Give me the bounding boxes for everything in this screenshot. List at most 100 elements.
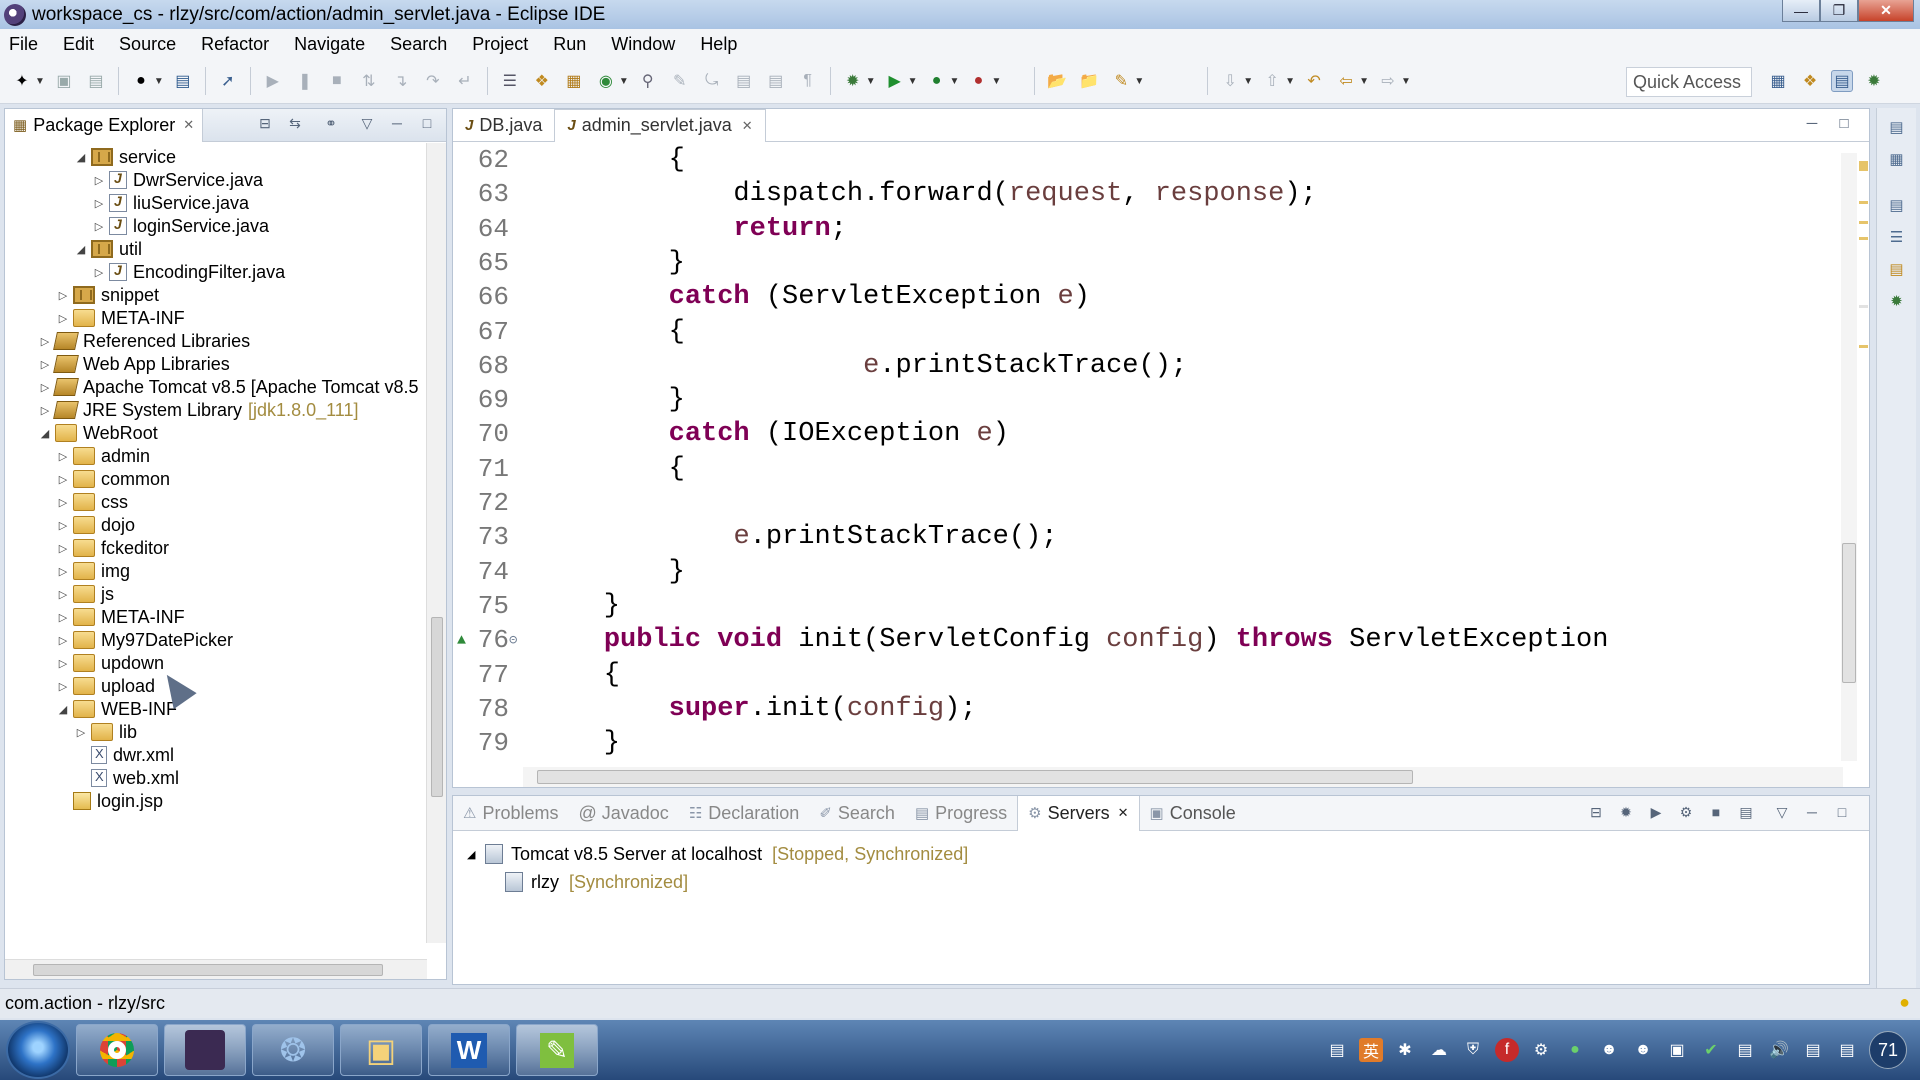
- collapsed-arrow-icon[interactable]: ▷: [55, 634, 71, 647]
- collapsed-arrow-icon[interactable]: ▷: [55, 588, 71, 601]
- stop-server-icon[interactable]: ■: [1705, 804, 1727, 824]
- external-tools-icon[interactable]: ●: [967, 70, 989, 92]
- open-folder-icon[interactable]: 📂: [1046, 70, 1068, 92]
- marker-icon[interactable]: ✎: [1110, 70, 1132, 92]
- menu-source[interactable]: Source: [116, 32, 179, 57]
- editor-horizontal-scrollbar[interactable]: [523, 767, 1843, 787]
- menu-window[interactable]: Window: [608, 32, 678, 57]
- pin-icon[interactable]: ➚: [217, 70, 239, 92]
- run-dropdown-icon[interactable]: ▼: [908, 76, 918, 87]
- terminal-icon[interactable]: ▤: [172, 70, 194, 92]
- collapse-all-icon[interactable]: ⊟: [254, 115, 276, 135]
- view-menu-icon[interactable]: ▽: [356, 115, 378, 135]
- web-service-icon[interactable]: ❖: [531, 70, 553, 92]
- chrome-task-button[interactable]: [76, 1024, 158, 1076]
- new-icon[interactable]: ✦: [11, 70, 33, 92]
- collapsed-arrow-icon[interactable]: ▷: [55, 611, 71, 624]
- debug-server-icon[interactable]: ✹: [1615, 804, 1637, 824]
- collapsed-arrow-icon[interactable]: ▷: [55, 542, 71, 555]
- next-annotation-icon[interactable]: ⤿: [701, 70, 723, 92]
- shark-task-button[interactable]: ❂: [252, 1024, 334, 1076]
- flash-icon[interactable]: f: [1495, 1038, 1519, 1062]
- skip-dropdown-icon[interactable]: ▼: [154, 76, 164, 87]
- menu-file[interactable]: File: [6, 32, 41, 57]
- collapsed-arrow-icon[interactable]: ▷: [55, 496, 71, 509]
- javadoc-icon[interactable]: ▤: [1886, 260, 1908, 282]
- back-dropdown-icon[interactable]: ▼: [1359, 76, 1369, 87]
- menu-project[interactable]: Project: [469, 32, 531, 57]
- tab-javadoc[interactable]: @ Javadoc: [568, 796, 678, 831]
- collapsed-arrow-icon[interactable]: ▷: [55, 450, 71, 463]
- collapsed-arrow-icon[interactable]: ▷: [55, 657, 71, 670]
- forward-icon[interactable]: ⇨: [1377, 70, 1399, 92]
- minimize-button[interactable]: —: [1782, 0, 1820, 22]
- minimize-icon[interactable]: ─: [1801, 115, 1823, 132]
- editor-tab-db-java[interactable]: J DB.java: [453, 109, 554, 142]
- overview-ruler[interactable]: [1857, 149, 1869, 769]
- collapsed-arrow-icon[interactable]: ▷: [73, 726, 89, 739]
- bluetooth-icon[interactable]: ✱: [1393, 1038, 1417, 1062]
- collapsed-arrow-icon[interactable]: ▷: [55, 565, 71, 578]
- block-selection-icon[interactable]: ▤: [733, 70, 755, 92]
- save-all-icon[interactable]: ▤: [85, 70, 107, 92]
- tree-vertical-scrollbar[interactable]: [426, 143, 446, 943]
- java-perspective-icon[interactable]: ▤: [1831, 70, 1853, 92]
- show-whitespace-icon[interactable]: ▤: [765, 70, 787, 92]
- menu-refactor[interactable]: Refactor: [198, 32, 272, 57]
- forward-dropdown-icon[interactable]: ▼: [1401, 76, 1411, 87]
- maximize-icon[interactable]: □: [1833, 115, 1855, 132]
- collapsed-arrow-icon[interactable]: ▷: [55, 312, 71, 325]
- server-item[interactable]: rlzy [Synchronized]: [505, 868, 688, 896]
- maximize-icon[interactable]: □: [416, 115, 438, 135]
- ime-icon[interactable]: ▤: [1325, 1038, 1349, 1062]
- collapsed-arrow-icon[interactable]: ▷: [91, 266, 107, 279]
- disconnect-icon[interactable]: ⇅: [358, 70, 380, 92]
- start-button[interactable]: [6, 1021, 70, 1079]
- usb-icon[interactable]: ▤: [1733, 1038, 1757, 1062]
- tree-item[interactable]: login.jsp: [55, 787, 163, 815]
- link-with-editor-icon[interactable]: ⇆: [284, 115, 306, 135]
- jee-perspective-icon[interactable]: ❖: [1799, 70, 1821, 92]
- scrollbar-thumb[interactable]: [537, 770, 1413, 784]
- eclipse-task-button[interactable]: [164, 1024, 246, 1076]
- expanded-arrow-icon[interactable]: ◢: [55, 703, 71, 716]
- tab-progress[interactable]: ▤ Progress: [905, 796, 1017, 831]
- save-icon[interactable]: ▣: [53, 70, 75, 92]
- collapsed-arrow-icon[interactable]: ▷: [91, 197, 107, 210]
- coverage-icon[interactable]: ●: [926, 70, 948, 92]
- explorer-task-button[interactable]: ▣: [340, 1024, 422, 1076]
- scrollbar-thumb[interactable]: [1842, 543, 1856, 683]
- open-perspective-icon[interactable]: ▦: [1767, 70, 1789, 92]
- maximize-icon[interactable]: □: [1831, 804, 1853, 824]
- menu-edit[interactable]: Edit: [60, 32, 97, 57]
- tree-horizontal-scrollbar[interactable]: [5, 959, 427, 979]
- profile-server-icon[interactable]: ⚙: [1675, 804, 1697, 824]
- terminate-icon[interactable]: ■: [326, 70, 348, 92]
- scrollbar-thumb[interactable]: [431, 617, 443, 797]
- cloud-icon[interactable]: ☁: [1427, 1038, 1451, 1062]
- tab-problems[interactable]: ⚠ Problems: [453, 796, 568, 831]
- open-task-icon[interactable]: ⚲: [637, 70, 659, 92]
- publish-icon[interactable]: ▤: [1735, 804, 1757, 824]
- english-ime-icon[interactable]: 英: [1359, 1038, 1383, 1062]
- step-into-icon[interactable]: ↴: [390, 70, 412, 92]
- word-task-button[interactable]: W: [428, 1024, 510, 1076]
- next-edit-dropdown-icon[interactable]: ▼: [1243, 76, 1253, 87]
- qq-icon[interactable]: ☻: [1631, 1038, 1655, 1062]
- menu-navigate[interactable]: Navigate: [291, 32, 368, 57]
- close-icon[interactable]: ✕: [183, 117, 194, 133]
- paragraph-icon[interactable]: ¶: [797, 70, 819, 92]
- debug-view-icon[interactable]: ✹: [1886, 292, 1908, 314]
- debug-icon[interactable]: ✹: [842, 70, 864, 92]
- marker-dropdown-icon[interactable]: ▼: [1134, 76, 1144, 87]
- quick-access-input[interactable]: Quick Access: [1626, 67, 1752, 97]
- menu-search[interactable]: Search: [387, 32, 450, 57]
- open-resource-icon[interactable]: 📁: [1078, 70, 1100, 92]
- last-edit-icon[interactable]: ↶: [1303, 70, 1325, 92]
- new-class-icon[interactable]: ◉: [595, 70, 617, 92]
- expanded-arrow-icon[interactable]: ◢: [37, 427, 53, 440]
- tip-icon[interactable]: ●: [1899, 992, 1910, 1013]
- close-icon[interactable]: ✕: [742, 118, 753, 134]
- menu-help[interactable]: Help: [697, 32, 740, 57]
- collapsed-arrow-icon[interactable]: ▷: [55, 680, 71, 693]
